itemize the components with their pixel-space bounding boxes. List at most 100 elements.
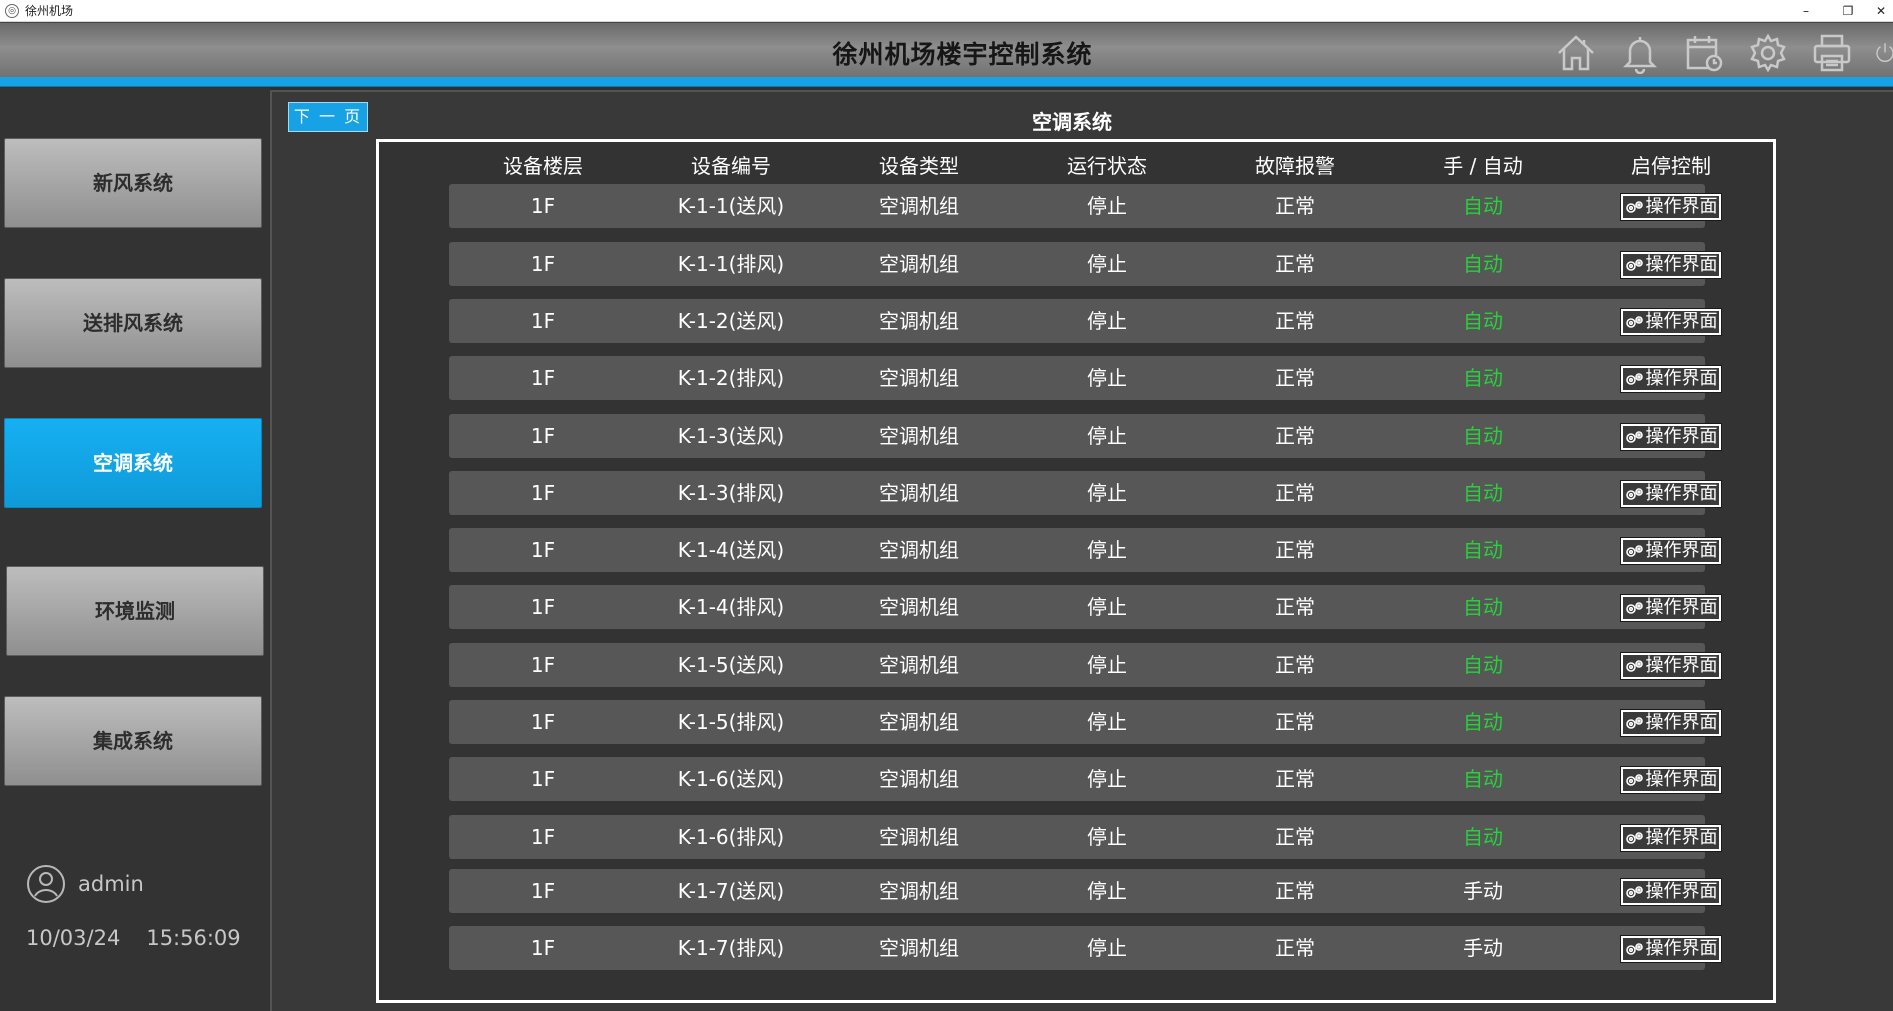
cell-fault-alarm: 正常 — [1275, 595, 1315, 619]
cell-run-status: 停止 — [1087, 252, 1127, 276]
table-row: 1F K-1-6(送风) 空调机组 停止 正常 自动 操作界面 — [449, 757, 1722, 801]
sidebar-item-ventilation[interactable]: 送排风系统 — [4, 278, 262, 368]
operation-panel-button[interactable]: 操作界面 — [1620, 878, 1722, 906]
cell-fault-alarm: 正常 — [1275, 252, 1315, 276]
cell-fault-alarm: 正常 — [1275, 538, 1315, 562]
datetime: 10/03/24 15:56:09 — [26, 926, 241, 950]
table-row: 1F K-1-3(送风) 空调机组 停止 正常 自动 操作界面 — [449, 414, 1722, 458]
printer-icon[interactable] — [1809, 31, 1855, 75]
cell-run-status: 停止 — [1087, 194, 1127, 218]
sidebar: 新风系统 送排风系统 空调系统 环境监测 集成系统 admin 10/03/24… — [0, 88, 270, 1011]
sidebar-item-air-conditioning[interactable]: 空调系统 — [4, 418, 262, 508]
panel-title: 空调系统 — [1032, 110, 1112, 134]
operation-panel-button[interactable]: 操作界面 — [1620, 824, 1722, 852]
operation-panel-label: 操作界面 — [1645, 769, 1718, 790]
cell-device-id: K-1-1(送风) — [677, 194, 785, 218]
user-avatar-icon — [27, 865, 65, 903]
column-header-alarm: 故障报警 — [1255, 154, 1335, 178]
operation-panel-label: 操作界面 — [1645, 712, 1718, 733]
cell-fault-alarm: 正常 — [1275, 366, 1315, 390]
username: admin — [78, 872, 144, 896]
close-button[interactable]: ✕ — [1869, 0, 1893, 22]
operation-panel-button[interactable]: 操作界面 — [1620, 652, 1722, 680]
operation-panel-button[interactable]: 操作界面 — [1620, 193, 1722, 221]
operation-panel-button[interactable]: 操作界面 — [1620, 308, 1722, 336]
calendar-icon[interactable] — [1681, 31, 1727, 75]
cell-fault-alarm: 正常 — [1275, 653, 1315, 677]
cell-device-type: 空调机组 — [879, 538, 959, 562]
operation-panel-button[interactable]: 操作界面 — [1620, 480, 1722, 508]
cell-device-id: K-1-3(送风) — [677, 424, 785, 448]
cell-floor: 1F — [530, 309, 556, 333]
operation-panel-button[interactable]: 操作界面 — [1620, 423, 1722, 451]
table-row: 1F K-1-2(排风) 空调机组 停止 正常 自动 操作界面 — [449, 356, 1722, 400]
column-header-type: 设备类型 — [879, 154, 959, 178]
table-row: 1F K-1-4(送风) 空调机组 停止 正常 自动 操作界面 — [449, 528, 1722, 572]
restore-button[interactable]: ❐ — [1827, 0, 1869, 22]
cell-floor: 1F — [530, 538, 556, 562]
cell-run-status: 停止 — [1087, 879, 1127, 903]
cell-mode: 自动 — [1463, 366, 1503, 390]
column-header-id: 设备编号 — [691, 154, 771, 178]
cell-mode: 手动 — [1463, 879, 1503, 903]
operation-panel-button[interactable]: 操作界面 — [1620, 766, 1722, 794]
column-header-floor: 设备楼层 — [503, 154, 583, 178]
gears-icon — [1625, 774, 1643, 786]
operation-panel-button[interactable]: 操作界面 — [1620, 365, 1722, 393]
gears-icon — [1625, 488, 1643, 500]
sidebar-item-integration[interactable]: 集成系统 — [4, 696, 262, 786]
cell-fault-alarm: 正常 — [1275, 710, 1315, 734]
cell-run-status: 停止 — [1087, 309, 1127, 333]
cell-floor: 1F — [530, 595, 556, 619]
cell-mode: 自动 — [1463, 481, 1503, 505]
operation-panel-label: 操作界面 — [1645, 597, 1718, 618]
table-row: 1F K-1-7(送风) 空调机组 停止 正常 手动 操作界面 — [449, 869, 1722, 913]
next-page-button[interactable]: 下 一 页 — [288, 102, 368, 132]
operation-panel-button[interactable]: 操作界面 — [1620, 935, 1722, 963]
sidebar-item-fresh-air[interactable]: 新风系统 — [4, 138, 262, 228]
gear-icon[interactable] — [1745, 31, 1791, 75]
cell-device-id: K-1-6(排风) — [677, 825, 785, 849]
gears-icon — [1625, 201, 1643, 213]
cell-mode: 自动 — [1463, 825, 1503, 849]
gears-icon — [1625, 431, 1643, 443]
cell-device-type: 空调机组 — [879, 825, 959, 849]
cell-device-type: 空调机组 — [879, 194, 959, 218]
cell-device-id: K-1-1(排风) — [677, 252, 785, 276]
table-row: 1F K-1-4(排风) 空调机组 停止 正常 自动 操作界面 — [449, 585, 1722, 629]
cell-floor: 1F — [530, 653, 556, 677]
sidebar-item-environment[interactable]: 环境监测 — [6, 566, 264, 656]
window-controls: – ❐ ✕ — [1785, 0, 1893, 22]
cell-fault-alarm: 正常 — [1275, 825, 1315, 849]
operation-panel-label: 操作界面 — [1645, 368, 1718, 389]
cell-device-id: K-1-3(排风) — [677, 481, 785, 505]
cell-run-status: 停止 — [1087, 825, 1127, 849]
cell-floor: 1F — [530, 879, 556, 903]
power-icon[interactable] — [1873, 31, 1893, 75]
operation-panel-label: 操作界面 — [1645, 540, 1718, 561]
operation-panel-button[interactable]: 操作界面 — [1620, 251, 1722, 279]
operation-panel-button[interactable]: 操作界面 — [1620, 594, 1722, 622]
cell-device-id: K-1-5(排风) — [677, 710, 785, 734]
device-table: 设备楼层 设备编号 设备类型 运行状态 故障报警 手 / 自动 启停控制 1F K… — [376, 139, 1776, 1003]
minimize-button[interactable]: – — [1785, 0, 1827, 22]
table-row: 1F K-1-2(送风) 空调机组 停止 正常 自动 操作界面 — [449, 299, 1722, 343]
bell-icon[interactable] — [1617, 31, 1663, 75]
main-panel: 空调系统 下 一 页 设备楼层 设备编号 设备类型 运行状态 故障报警 手 / … — [270, 90, 1893, 1011]
column-header-mode: 手 / 自动 — [1443, 154, 1523, 178]
operation-panel-button[interactable]: 操作界面 — [1620, 537, 1722, 565]
cell-run-status: 停止 — [1087, 538, 1127, 562]
home-icon[interactable] — [1553, 31, 1599, 75]
cell-floor: 1F — [530, 194, 556, 218]
cell-mode: 自动 — [1463, 252, 1503, 276]
cell-fault-alarm: 正常 — [1275, 424, 1315, 448]
cell-fault-alarm: 正常 — [1275, 879, 1315, 903]
cell-fault-alarm: 正常 — [1275, 309, 1315, 333]
cell-device-type: 空调机组 — [879, 481, 959, 505]
gears-icon — [1625, 886, 1643, 898]
operation-panel-label: 操作界面 — [1645, 254, 1718, 275]
cell-device-id: K-1-2(排风) — [677, 366, 785, 390]
cell-device-type: 空调机组 — [879, 710, 959, 734]
table-row: 1F K-1-3(排风) 空调机组 停止 正常 自动 操作界面 — [449, 471, 1722, 515]
operation-panel-button[interactable]: 操作界面 — [1620, 709, 1722, 737]
